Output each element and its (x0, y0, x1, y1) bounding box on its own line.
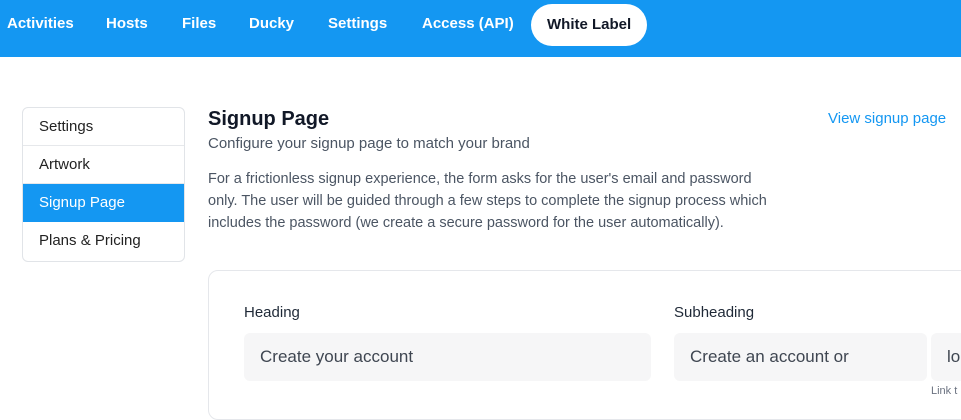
heading-input[interactable]: Create your account (244, 333, 651, 381)
link-hint: Link t (931, 385, 958, 397)
description-line: For a frictionless signup experience, th… (208, 171, 752, 187)
description-line: includes the password (we create a secur… (208, 215, 724, 231)
tab-hosts[interactable]: Hosts (106, 15, 148, 33)
page-subtitle: Configure your signup page to match your… (208, 135, 530, 152)
sidebar-item-settings[interactable]: Settings (23, 108, 184, 146)
page-description: For a frictionless signup experience, th… (208, 168, 808, 234)
tab-files[interactable]: Files (182, 15, 216, 33)
subheading-label: Subheading (674, 304, 755, 321)
tab-ducky[interactable]: Ducky (249, 15, 294, 33)
description-line: only. The user will be guided through a … (208, 193, 767, 209)
sidebar-item-plans-pricing[interactable]: Plans & Pricing (23, 222, 184, 260)
tab-white-label[interactable]: White Label (531, 4, 648, 46)
page-title: Signup Page (208, 108, 330, 130)
link-input[interactable]: lo (931, 333, 961, 381)
tab-access-api[interactable]: Access (API) (422, 15, 514, 33)
top-navigation: Activities Hosts Files Ducky Settings Ac… (0, 0, 961, 57)
sidebar-item-signup-page[interactable]: Signup Page (23, 184, 184, 222)
subheading-input[interactable]: Create an account or (674, 333, 927, 381)
sidebar-menu: Settings Artwork Signup Page Plans & Pri… (22, 107, 185, 262)
tab-settings[interactable]: Settings (328, 15, 387, 33)
sidebar-item-artwork[interactable]: Artwork (23, 146, 184, 184)
view-signup-page-link[interactable]: View signup page (828, 110, 946, 127)
tab-activities[interactable]: Activities (7, 15, 74, 33)
heading-label: Heading (244, 304, 300, 321)
